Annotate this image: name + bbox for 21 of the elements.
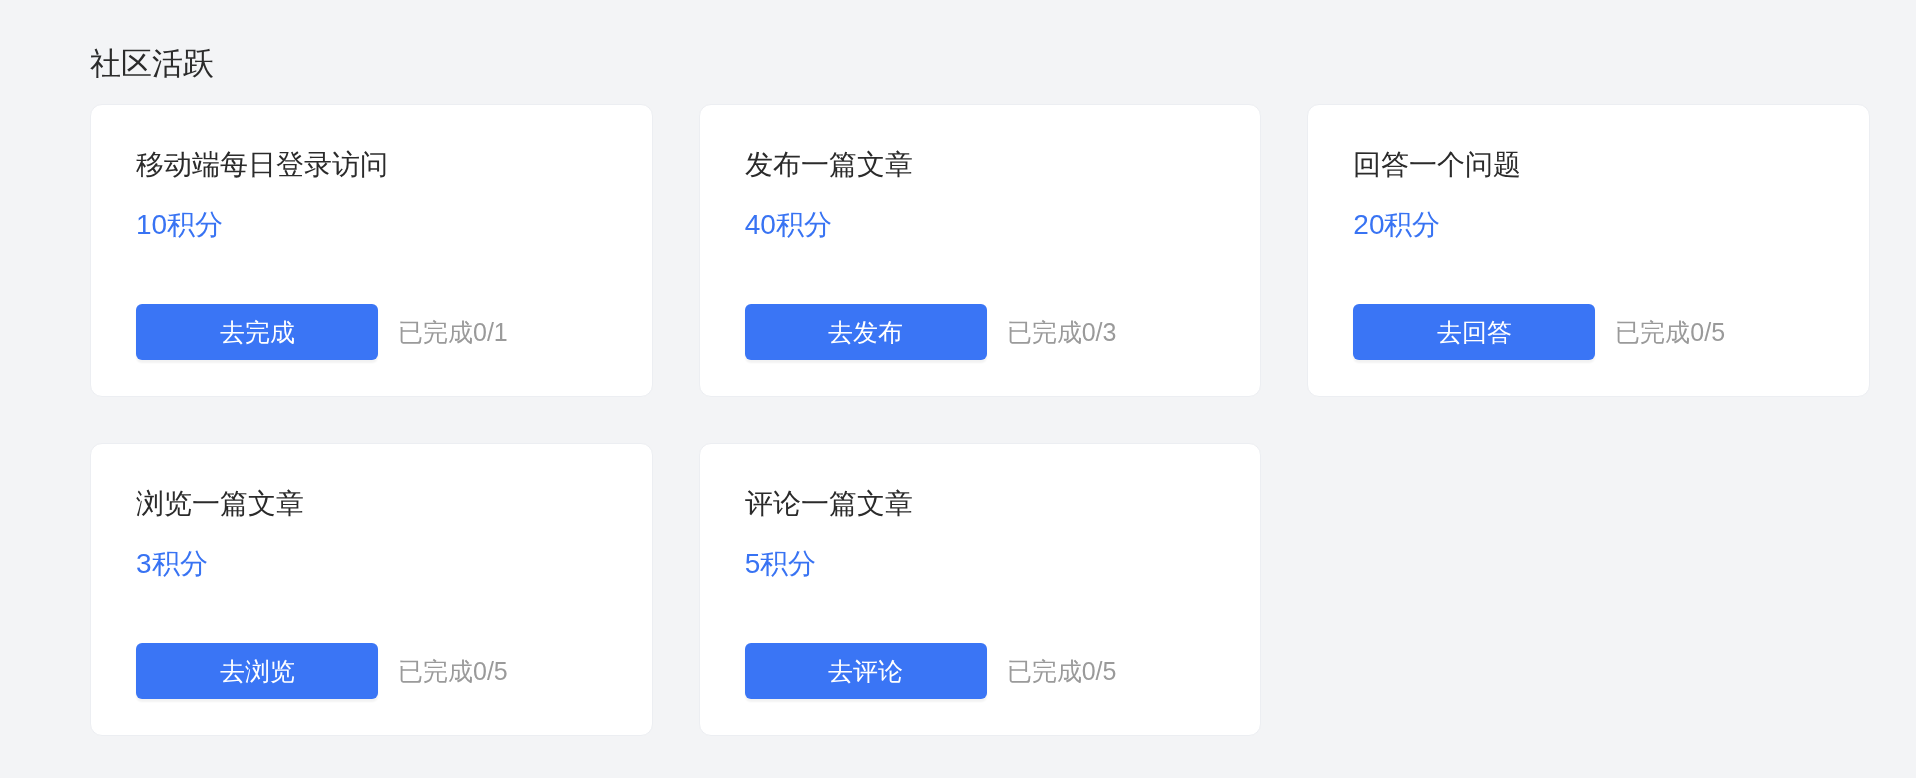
task-points: 3积分 [136, 547, 208, 581]
task-points: 10积分 [136, 208, 224, 242]
progress-text: 已完成0/3 [1006, 316, 1117, 348]
task-title: 评论一篇文章 [744, 487, 913, 521]
progress-text: 已完成0/5 [1615, 316, 1726, 348]
progress-text: 已完成0/5 [398, 655, 508, 687]
progress-text: 已完成0/5 [1006, 655, 1117, 687]
action-button[interactable]: 去发布 [744, 304, 987, 360]
task-points: 20积分 [1353, 208, 1441, 242]
task-title: 浏览一篇文章 [136, 487, 304, 521]
action-button[interactable]: 去浏览 [136, 643, 378, 699]
task-points: 5积分 [744, 547, 817, 581]
action-button[interactable]: 去完成 [136, 304, 378, 360]
task-title: 移动端每日登录访问 [136, 148, 388, 182]
action-button[interactable]: 去评论 [744, 643, 987, 699]
section-title: 社区活跃 [90, 45, 214, 83]
progress-text: 已完成0/1 [398, 316, 508, 348]
task-points: 40积分 [744, 208, 832, 242]
task-title: 发布一篇文章 [744, 148, 913, 182]
action-button[interactable]: 去回答 [1353, 304, 1596, 360]
task-title: 回答一个问题 [1353, 148, 1522, 182]
